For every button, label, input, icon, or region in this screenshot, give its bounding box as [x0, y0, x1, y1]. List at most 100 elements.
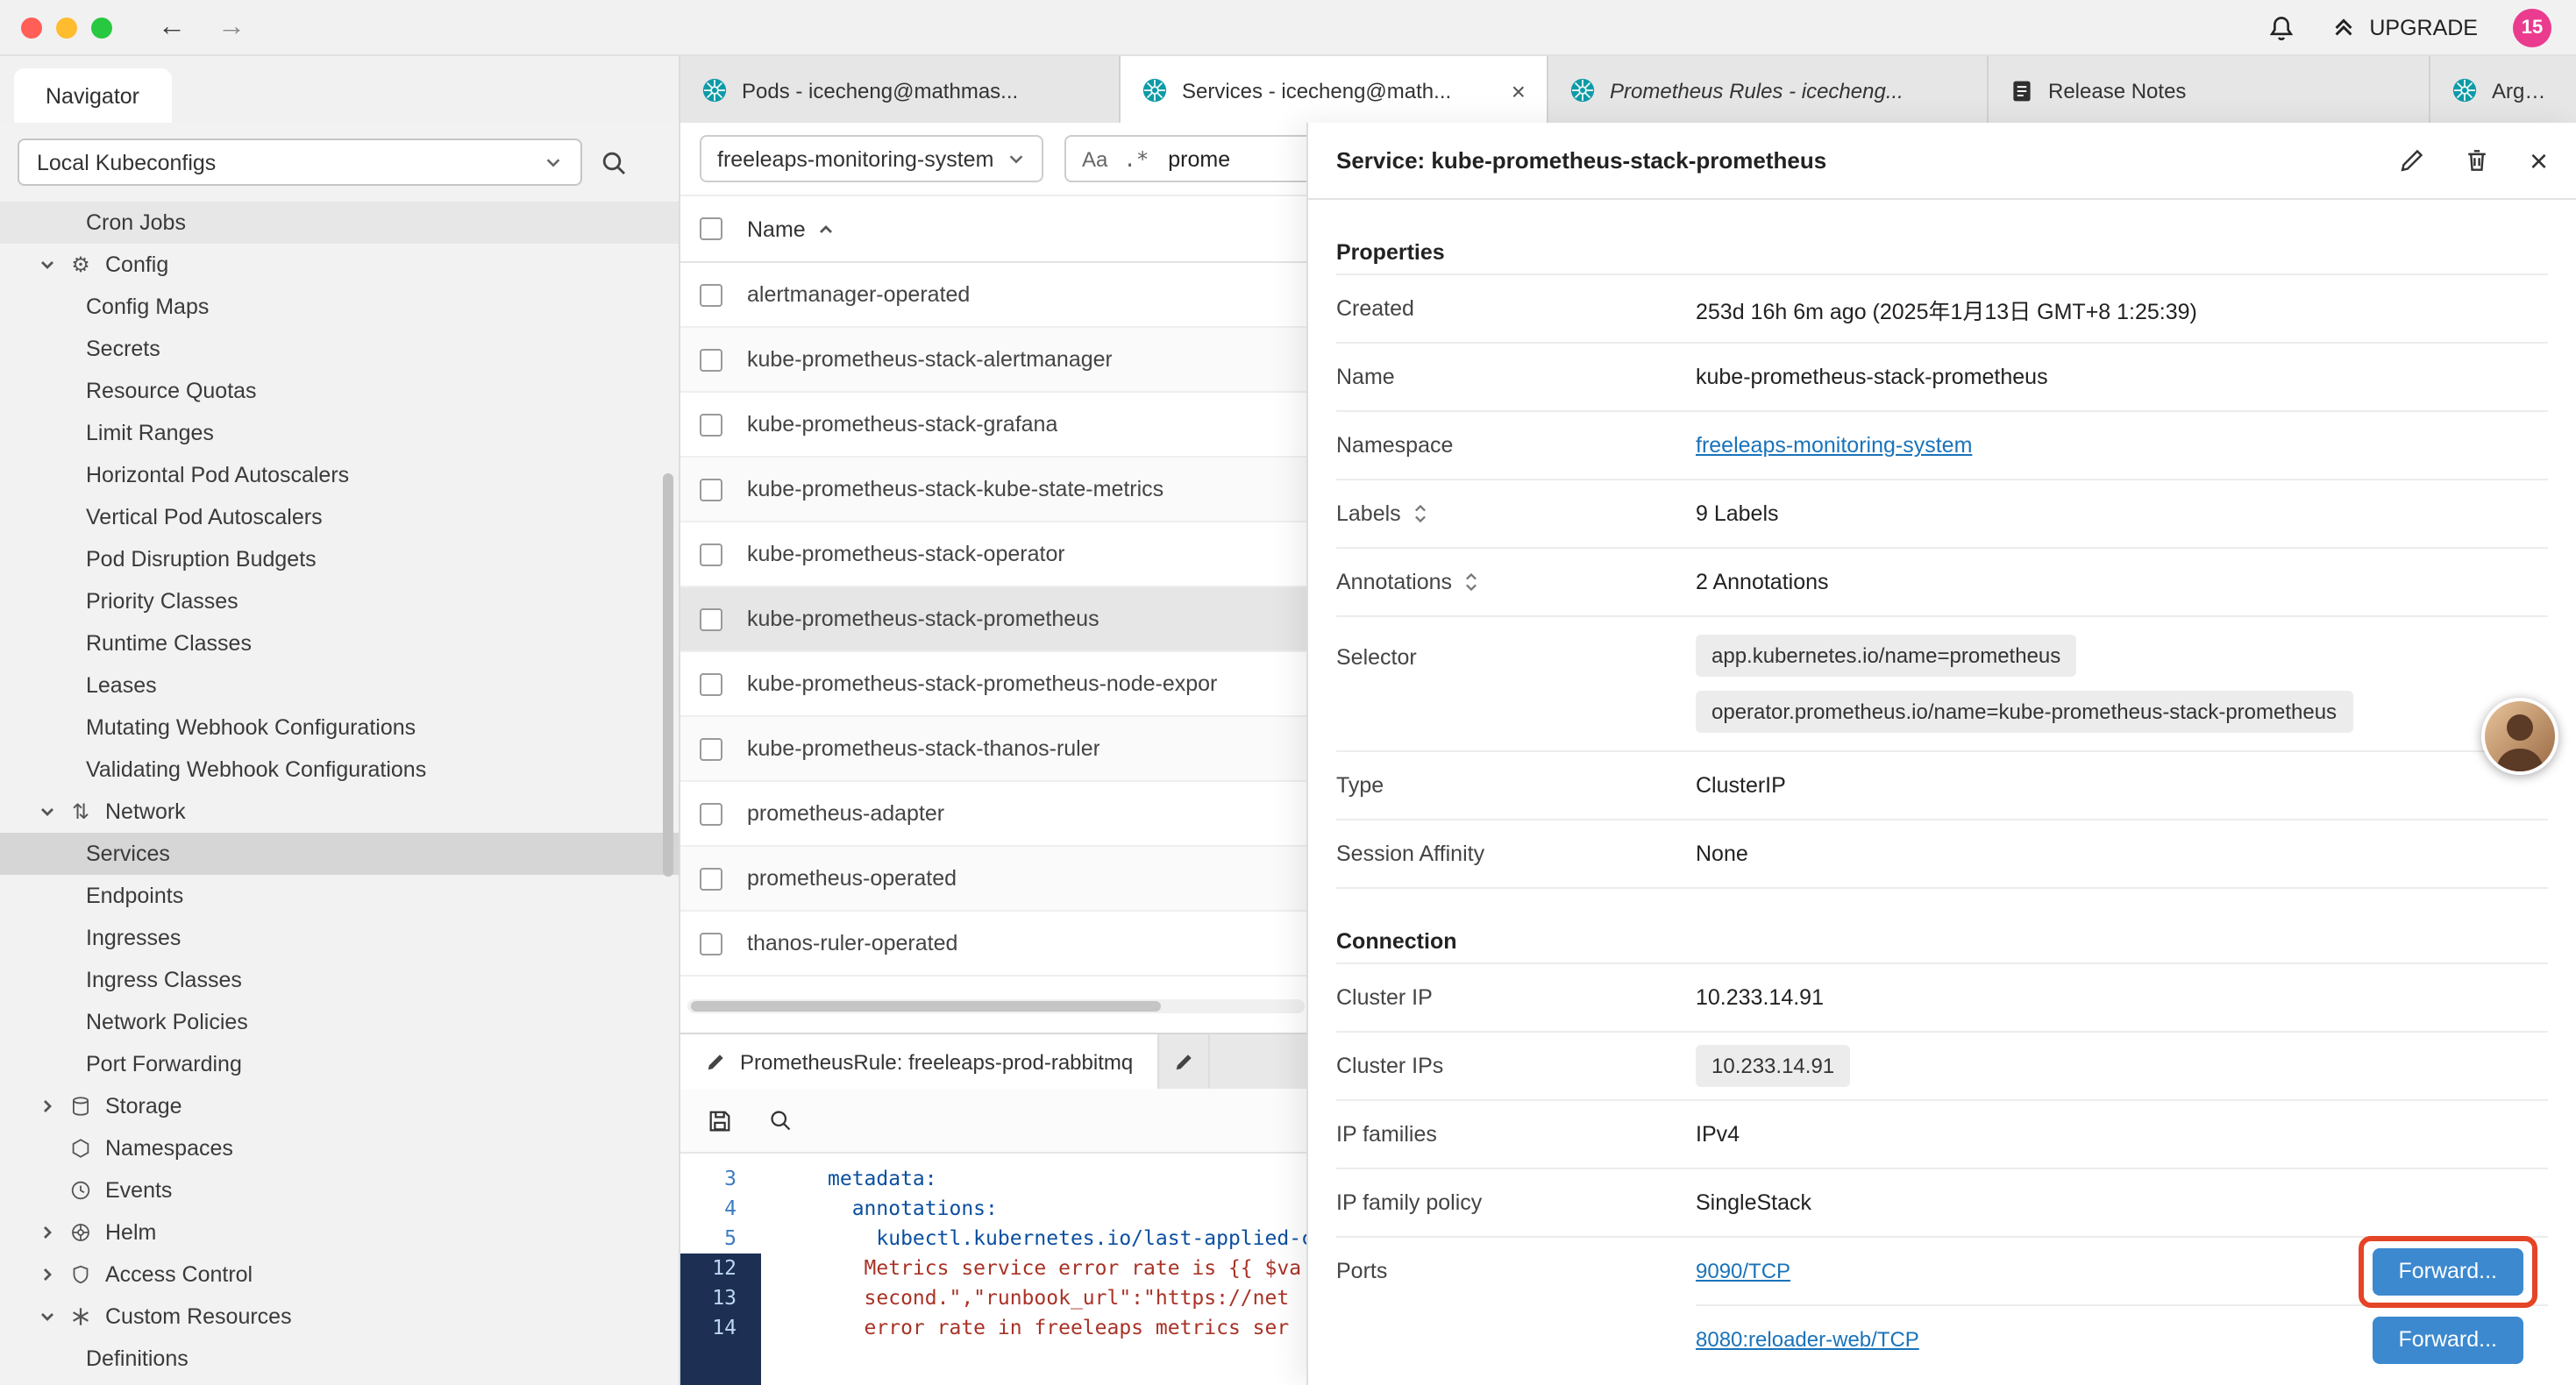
clock-icon	[68, 1180, 93, 1201]
selector-badge: operator.prometheus.io/name=kube-prometh…	[1696, 691, 2352, 733]
row-checkbox[interactable]	[700, 607, 722, 630]
connection-row-cluster-ips: Cluster IPs 10.233.14.91	[1336, 1033, 2548, 1101]
row-checkbox[interactable]	[700, 932, 722, 955]
port-row-8080: 8080:reloader-web/TCP Forward...	[1696, 1306, 2548, 1373]
port-link-9090[interactable]: 9090/TCP	[1696, 1259, 1790, 1283]
search-input[interactable]	[1164, 145, 1329, 173]
select-all-checkbox[interactable]	[700, 217, 722, 240]
sidebar-item-config-maps[interactable]: Config Maps	[0, 286, 679, 328]
row-checkbox[interactable]	[700, 802, 722, 825]
namespace-select[interactable]: freeleaps-monitoring-system	[700, 135, 1043, 182]
chevron-down-icon	[544, 153, 563, 172]
back-button[interactable]: ←	[158, 13, 186, 41]
tab-argo[interactable]: Argo S	[2430, 56, 2576, 124]
scrollbar-thumb[interactable]	[691, 1001, 1161, 1012]
property-row-labels: Labels 9 Labels	[1336, 480, 2548, 549]
sidebar-item-resource-quotas[interactable]: Resource Quotas	[0, 370, 679, 412]
sidebar-item-network-policies[interactable]: Network Policies	[0, 1001, 679, 1043]
sidebar-item-definitions[interactable]: Definitions	[0, 1338, 679, 1380]
namespace-link[interactable]: freeleaps-monitoring-system	[1696, 433, 1972, 458]
dock-tab-partial[interactable]	[1159, 1034, 1210, 1089]
sidebar-item-ingresses[interactable]: Ingresses	[0, 917, 679, 959]
service-detail-panel: Service: kube-prometheus-stack-prometheu…	[1306, 123, 2576, 1385]
upgrade-button[interactable]: UPGRADE	[2330, 14, 2478, 40]
close-tab-icon[interactable]: ×	[1512, 78, 1526, 103]
sidebar-item-runtime-classes[interactable]: Runtime Classes	[0, 622, 679, 664]
sidebar-item-validating-webhook-configurations[interactable]: Validating Webhook Configurations	[0, 749, 679, 791]
notifications-bell-icon[interactable]	[2267, 13, 2295, 41]
property-row-selector: Selector app.kubernetes.io/name=promethe…	[1336, 617, 2548, 752]
match-case-toggle[interactable]: Aa	[1082, 146, 1107, 171]
tab-release-notes[interactable]: Release Notes	[1989, 56, 2430, 124]
section-heading-connection: Connection	[1336, 920, 2548, 962]
sort-ascending-icon[interactable]	[818, 220, 836, 238]
tab-bar: Navigator Pods - icecheng@mathmas... Ser…	[0, 56, 2576, 124]
sidebar-item-horizontal-pod-autoscalers[interactable]: Horizontal Pod Autoscalers	[0, 454, 679, 496]
horizontal-scrollbar[interactable]	[687, 999, 1305, 1013]
sidebar-item-services[interactable]: Services	[0, 833, 679, 875]
sidebar-search-icon[interactable]	[600, 148, 628, 176]
sidebar-item-endpoints[interactable]: Endpoints	[0, 875, 679, 917]
sort-toggle-icon[interactable]	[1412, 503, 1429, 524]
close-window-button[interactable]	[21, 17, 42, 38]
row-checkbox[interactable]	[700, 348, 722, 371]
selector-badge: app.kubernetes.io/name=prometheus	[1696, 635, 2076, 677]
column-header-name[interactable]: Name	[747, 217, 806, 241]
minimize-window-button[interactable]	[56, 17, 77, 38]
row-checkbox[interactable]	[700, 867, 722, 890]
forward-button[interactable]: →	[217, 13, 246, 41]
sidebar-item-port-forwarding[interactable]: Port Forwarding	[0, 1043, 679, 1085]
sidebar-item-storage[interactable]: Storage	[0, 1085, 679, 1127]
dock-tab-prometheusrule[interactable]: PrometheusRule: freeleaps-prod-rabbitmq	[680, 1034, 1159, 1089]
forward-button-9090[interactable]: Forward...	[2372, 1247, 2523, 1295]
sidebar-scrollbar[interactable]	[663, 473, 673, 877]
editor-search-icon[interactable]	[768, 1108, 793, 1133]
tab-pods[interactable]: Pods - icecheng@mathmas...	[680, 56, 1121, 124]
detail-panel-body: Properties Created 253d 16h 6m ago (2025…	[1308, 200, 2576, 1385]
tab-prometheus-rules[interactable]: Prometheus Rules - icecheng...	[1548, 56, 1989, 124]
save-icon[interactable]	[707, 1107, 733, 1133]
sort-toggle-icon[interactable]	[1462, 572, 1480, 593]
notification-count-badge[interactable]: 15	[2513, 8, 2551, 46]
delete-trash-icon[interactable]	[2465, 147, 2491, 174]
sidebar-item-network[interactable]: ⇅ Network	[0, 791, 679, 833]
hexagon-icon	[68, 1138, 93, 1159]
row-checkbox[interactable]	[700, 737, 722, 760]
close-panel-icon[interactable]: ×	[2530, 145, 2548, 176]
sidebar-item-leases[interactable]: Leases	[0, 664, 679, 707]
presenter-avatar[interactable]	[2481, 698, 2558, 775]
properties-rows: Created 253d 16h 6m ago (2025年1月13日 GMT+…	[1336, 273, 2548, 889]
sidebar-item-custom-resources[interactable]: Custom Resources	[0, 1296, 679, 1338]
row-checkbox[interactable]	[700, 413, 722, 436]
forward-button-8080[interactable]: Forward...	[2372, 1316, 2523, 1363]
regex-toggle[interactable]: .*	[1123, 146, 1149, 171]
row-checkbox[interactable]	[700, 672, 722, 695]
port-link-8080[interactable]: 8080:reloader-web/TCP	[1696, 1327, 1919, 1352]
kubeconfig-select[interactable]: Local Kubeconfigs	[18, 138, 582, 186]
sidebar-item-mutating-webhook-configurations[interactable]: Mutating Webhook Configurations	[0, 707, 679, 749]
sidebar-item-limit-ranges[interactable]: Limit Ranges	[0, 412, 679, 454]
sidebar-item-namespaces[interactable]: Namespaces	[0, 1127, 679, 1169]
window-controls	[21, 17, 112, 38]
edit-pencil-icon[interactable]	[2400, 147, 2426, 174]
sidebar-toolbar: Local Kubeconfigs	[0, 123, 679, 202]
sidebar-item-secrets[interactable]: Secrets	[0, 328, 679, 370]
sidebar-item-ingress-classes[interactable]: Ingress Classes	[0, 959, 679, 1001]
sidebar-item-vertical-pod-autoscalers[interactable]: Vertical Pod Autoscalers	[0, 496, 679, 538]
sidebar-item-helm[interactable]: Helm	[0, 1211, 679, 1254]
app-window: ← → UPGRADE 15 Nav	[0, 0, 2576, 1385]
row-checkbox[interactable]	[700, 478, 722, 501]
navigator-panel-tab[interactable]: Navigator	[14, 68, 171, 124]
zoom-window-button[interactable]	[91, 17, 112, 38]
tab-services[interactable]: Services - icecheng@math... ×	[1121, 56, 1548, 124]
pencil-icon	[1173, 1051, 1194, 1072]
detail-panel-actions: ×	[2400, 145, 2548, 176]
sidebar-item-priority-classes[interactable]: Priority Classes	[0, 580, 679, 622]
sidebar-item-pod-disruption-budgets[interactable]: Pod Disruption Budgets	[0, 538, 679, 580]
sidebar-item-events[interactable]: Events	[0, 1169, 679, 1211]
sidebar-item-cron-jobs[interactable]: Cron Jobs	[0, 202, 679, 244]
row-checkbox[interactable]	[700, 283, 722, 306]
row-checkbox[interactable]	[700, 543, 722, 565]
sidebar-item-access-control[interactable]: Access Control	[0, 1254, 679, 1296]
sidebar-item-config[interactable]: ⚙ Config	[0, 244, 679, 286]
